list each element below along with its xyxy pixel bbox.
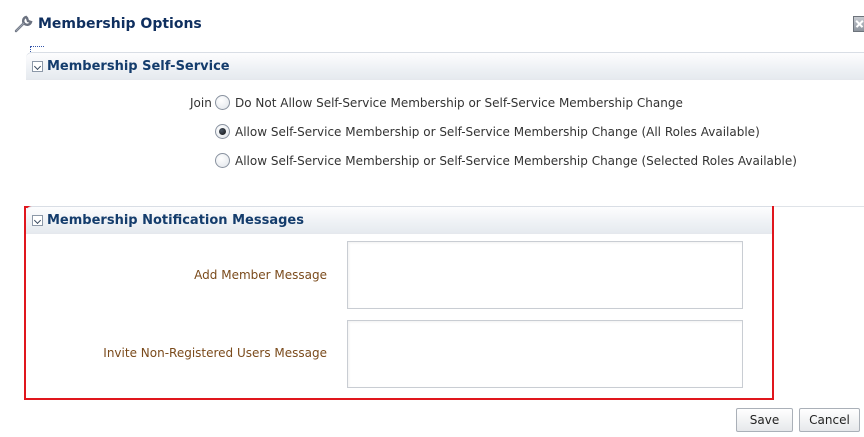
radio-option-selected-roles[interactable]: Allow Self-Service Membership or Self-Se… [215,153,797,168]
close-icon[interactable] [853,16,864,32]
wrench-icon [14,15,33,33]
radio-option-all-roles[interactable]: Allow Self-Service Membership or Self-Se… [215,124,760,139]
add-member-message-input[interactable] [347,241,743,309]
collapse-icon[interactable] [32,60,43,72]
add-member-message-label: Add Member Message [194,268,327,282]
radio-button-selected[interactable] [215,124,230,139]
invite-message-label: Invite Non-Registered Users Message [103,346,327,360]
radio-label: Allow Self-Service Membership or Self-Se… [235,153,797,168]
divider [774,206,864,207]
section-title-notifications: Membership Notification Messages [47,212,304,228]
section-header-notifications[interactable]: Membership Notification Messages [26,206,772,234]
radio-button[interactable] [215,153,230,168]
join-label: Join [190,96,212,110]
radio-option-no-self-service[interactable]: Do Not Allow Self-Service Membership or … [215,95,683,110]
save-button[interactable]: Save [736,408,793,432]
radio-button[interactable] [215,95,230,110]
section-title-self-service: Membership Self-Service [47,58,230,74]
radio-label: Do Not Allow Self-Service Membership or … [235,95,683,110]
dialog-title: Membership Options [38,16,202,32]
cancel-button[interactable]: Cancel [799,408,860,432]
section-header-self-service[interactable]: Membership Self-Service [26,52,864,80]
invite-message-input[interactable] [347,320,743,388]
collapse-icon[interactable] [32,214,43,226]
radio-label: Allow Self-Service Membership or Self-Se… [235,124,760,139]
dialog-title-bar: Membership Options [12,12,202,36]
